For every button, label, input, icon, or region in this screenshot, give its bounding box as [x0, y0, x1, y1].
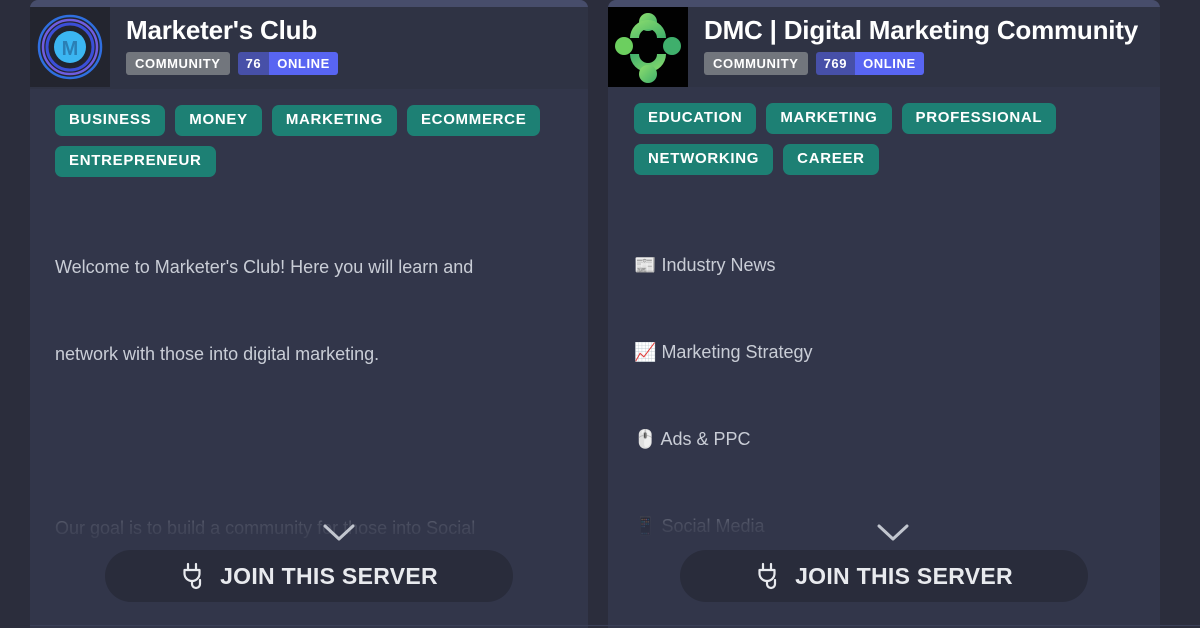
- badge-row: COMMUNITY 769 ONLINE: [704, 52, 1138, 75]
- card-banner: [608, 0, 1160, 7]
- server-name: Marketer's Club: [126, 15, 318, 45]
- line-emoji: 🖱️: [634, 429, 657, 449]
- card-header: DMC | Digital Marketing Community COMMUN…: [608, 7, 1160, 87]
- tag[interactable]: CAREER: [783, 144, 879, 175]
- tag-list-2: EDUCATION MARKETING PROFESSIONAL NETWORK…: [608, 87, 1160, 175]
- join-server-button[interactable]: JOIN THIS SERVER: [105, 550, 513, 602]
- plug-icon: [758, 562, 777, 590]
- desc-line: 🖱️ Ads & PPC: [634, 425, 1140, 454]
- bottom-divider: [30, 625, 1200, 626]
- server-name: DMC | Digital Marketing Community: [704, 15, 1139, 45]
- community-badge: COMMUNITY: [704, 52, 808, 75]
- join-button-area: JOIN THIS SERVER: [608, 550, 1160, 628]
- desc-line: 📰 Industry News: [634, 251, 1140, 280]
- online-badge: 76 ONLINE: [237, 52, 338, 75]
- join-server-button[interactable]: JOIN THIS SERVER: [680, 550, 1088, 602]
- line-text: Welcome to Marketer's Club! Here you wil…: [55, 257, 474, 277]
- online-count: 769: [815, 52, 856, 75]
- desc-line: 📈 Marketing Strategy: [634, 338, 1140, 367]
- tag[interactable]: MARKETING: [766, 103, 892, 134]
- server-card-dmc[interactable]: DMC | Digital Marketing Community COMMUN…: [608, 0, 1160, 628]
- line-emoji: 📈: [634, 342, 657, 362]
- chevron-down-icon[interactable]: [322, 522, 356, 542]
- plug-icon: [183, 562, 202, 590]
- tag[interactable]: NETWORKING: [634, 144, 774, 175]
- server-discovery-page: M Marketer's Club COMMUNITY 76 ONLINE BU…: [0, 0, 1200, 628]
- desc-line: network with those into digital marketin…: [55, 340, 568, 369]
- description-area-1: Welcome to Marketer's Club! Here you wil…: [30, 177, 588, 550]
- tag[interactable]: MARKETING: [271, 105, 397, 136]
- online-label: ONLINE: [269, 52, 338, 75]
- header-text: DMC | Digital Marketing Community COMMUN…: [688, 7, 1138, 75]
- desc-line: Our goal is to build a community for tho…: [55, 514, 568, 543]
- avatar-letter: M: [62, 38, 79, 60]
- online-label: ONLINE: [855, 52, 924, 75]
- line-text: network with those into digital marketin…: [55, 344, 380, 364]
- line-emoji: 📰: [634, 255, 657, 275]
- server-card-marketers-club[interactable]: M Marketer's Club COMMUNITY 76 ONLINE BU…: [30, 0, 588, 628]
- join-button-area: JOIN THIS SERVER: [30, 550, 588, 628]
- line-text: Industry News: [661, 255, 776, 275]
- tag[interactable]: MONEY: [175, 105, 262, 136]
- line-text: Marketing Strategy: [661, 342, 813, 362]
- card-header: M Marketer's Club COMMUNITY 76 ONLINE: [30, 7, 588, 89]
- server-description: 📰 Industry News 📈 Marketing Strategy 🖱️ …: [634, 193, 1140, 550]
- server-avatar: M: [30, 7, 110, 87]
- join-button-label: JOIN THIS SERVER: [220, 562, 438, 589]
- tag[interactable]: PROFESSIONAL: [901, 103, 1057, 134]
- community-badge: COMMUNITY: [126, 52, 230, 75]
- join-button-label: JOIN THIS SERVER: [795, 562, 1013, 589]
- tag[interactable]: ENTREPRENEUR: [55, 146, 216, 177]
- chevron-down-icon[interactable]: [876, 522, 910, 542]
- server-avatar: [608, 7, 688, 87]
- tag-list-1: BUSINESS MONEY MARKETING ECOMMERCE ENTRE…: [30, 89, 588, 177]
- server-description: Welcome to Marketer's Club! Here you wil…: [55, 195, 568, 550]
- dmc-community-logo: [615, 13, 681, 83]
- line-text: Social Media: [661, 516, 765, 536]
- header-text: Marketer's Club COMMUNITY 76 ONLINE: [110, 7, 338, 75]
- desc-line: [55, 427, 568, 456]
- line-text: Ads & PPC: [660, 429, 751, 449]
- tag[interactable]: ECOMMERCE: [406, 105, 541, 136]
- line-text: Our goal is to build a community for tho…: [55, 518, 476, 538]
- tag[interactable]: BUSINESS: [55, 105, 166, 136]
- online-count: 76: [237, 52, 270, 75]
- badge-row: COMMUNITY 76 ONLINE: [126, 52, 338, 75]
- marketers-club-logo: M: [37, 14, 103, 80]
- tag[interactable]: EDUCATION: [634, 103, 757, 134]
- card-banner: [30, 0, 588, 7]
- desc-line: Welcome to Marketer's Club! Here you wil…: [55, 253, 568, 282]
- online-badge: 769 ONLINE: [815, 52, 924, 75]
- description-area-2: 📰 Industry News 📈 Marketing Strategy 🖱️ …: [608, 175, 1160, 550]
- line-emoji: 📱: [634, 516, 657, 536]
